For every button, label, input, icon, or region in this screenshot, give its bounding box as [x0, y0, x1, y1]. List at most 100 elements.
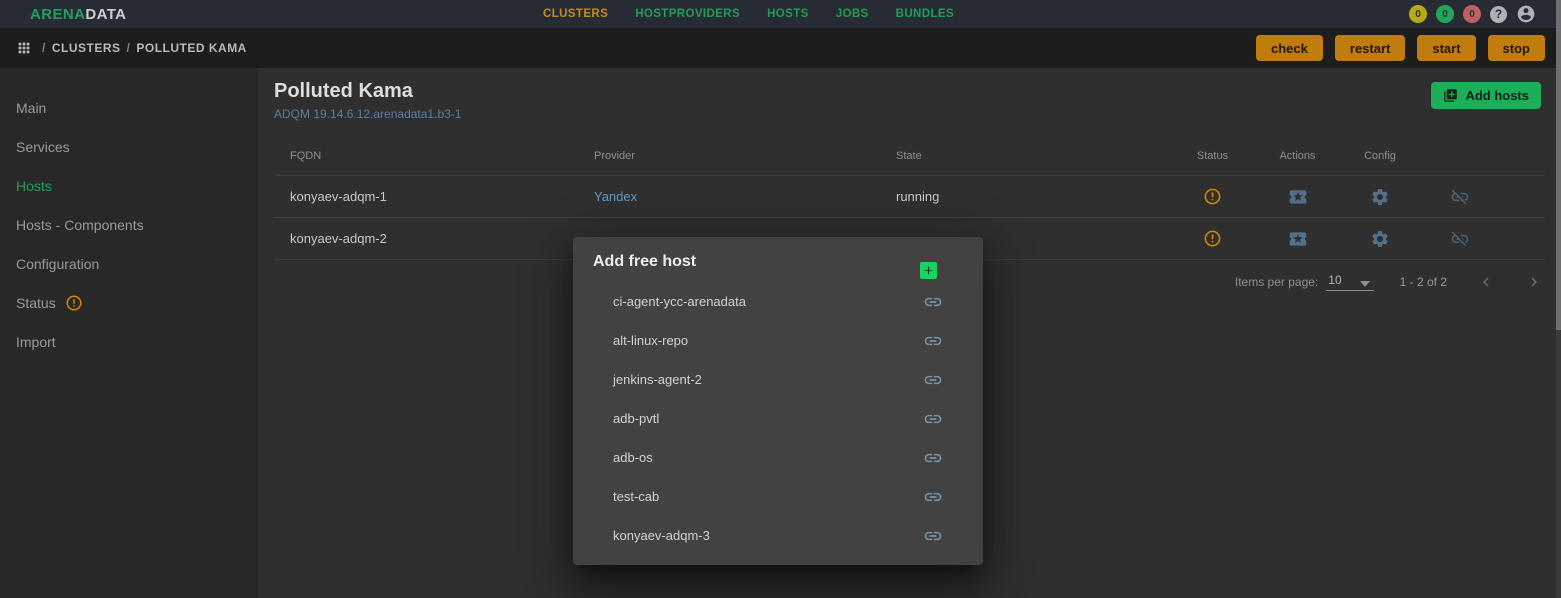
- page-title: Polluted Kama: [274, 80, 461, 103]
- link-host-icon[interactable]: [923, 331, 943, 351]
- nav-item-bundles[interactable]: BUNDLES: [896, 8, 954, 20]
- column-header-actions: Actions: [1255, 150, 1340, 162]
- sidebar-item-hosts[interactable]: Hosts: [0, 166, 258, 205]
- breadcrumb: / CLUSTERS / POLLUTED KAMA: [42, 41, 247, 55]
- column-header-provider: Provider: [578, 150, 880, 162]
- free-host-name: jenkins-agent-2: [613, 372, 702, 387]
- free-host-name: konyaev-adqm-3: [613, 528, 710, 543]
- table-header-row: FQDN Provider State Status Actions Confi…: [274, 136, 1545, 176]
- page-size-value: 10: [1328, 273, 1341, 287]
- jobs-badge-yellow[interactable]: 0: [1409, 5, 1427, 23]
- nav-item-clusters[interactable]: CLUSTERS: [543, 8, 608, 20]
- nav-item-hostproviders[interactable]: HOSTPROVIDERS: [635, 8, 740, 20]
- sidebar-item-label: Status: [16, 295, 56, 311]
- free-host-name: adb-pvtl: [613, 411, 659, 426]
- stop-button[interactable]: stop: [1488, 35, 1545, 61]
- list-item: test-cab: [573, 477, 983, 516]
- list-item: konyaev-adqm-3: [573, 516, 983, 555]
- cluster-title-block: Polluted Kama ADQM 19.14.6.12.arenadata1…: [274, 80, 461, 121]
- column-header-config: Config: [1340, 150, 1420, 162]
- arenadata-logo[interactable]: ARENADATA: [30, 6, 126, 23]
- sidebar-item-status[interactable]: Status: [0, 283, 258, 322]
- sidebar-item-services[interactable]: Services: [0, 127, 258, 166]
- list-item: ci-agent-ycc-arenadata: [573, 282, 983, 321]
- scrollbar-track[interactable]: [1556, 0, 1561, 598]
- account-icon[interactable]: [1516, 4, 1536, 24]
- breadcrumb-separator: /: [42, 41, 46, 55]
- cluster-header: Polluted Kama ADQM 19.14.6.12.arenadata1…: [274, 80, 1545, 121]
- jobs-badge-green[interactable]: 0: [1436, 5, 1454, 23]
- main-nav-menu: CLUSTERS HOSTPROVIDERS HOSTS JOBS BUNDLE…: [543, 8, 954, 20]
- sidebar-item-label: Configuration: [16, 256, 99, 272]
- sidebar-item-main[interactable]: Main: [0, 88, 258, 127]
- cluster-bundle-link[interactable]: ADQM 19.14.6.12.arenadata1.b3-1: [274, 107, 461, 121]
- logo-part-data: DATA: [85, 6, 126, 23]
- add-free-host-dialog: Add free host ci-agent-ycc-arenadata alt…: [573, 237, 983, 565]
- actions-icon[interactable]: [1288, 229, 1308, 249]
- breadcrumb-clusters[interactable]: CLUSTERS: [52, 41, 121, 55]
- restart-button[interactable]: restart: [1335, 35, 1405, 61]
- create-host-button[interactable]: [920, 262, 937, 279]
- page-size-select[interactable]: 10: [1326, 273, 1373, 291]
- sidebar-item-hosts-components[interactable]: Hosts - Components: [0, 205, 258, 244]
- next-page-icon[interactable]: [1525, 273, 1543, 291]
- breadcrumb-bar: / CLUSTERS / POLLUTED KAMA check restart…: [0, 28, 1561, 68]
- top-navbar: ARENADATA CLUSTERS HOSTPROVIDERS HOSTS J…: [0, 0, 1561, 28]
- nav-item-hosts[interactable]: HOSTS: [767, 8, 809, 20]
- free-host-name: alt-linux-repo: [613, 333, 688, 348]
- list-item: jenkins-agent-2: [573, 360, 983, 399]
- status-warning-icon[interactable]: [1203, 187, 1222, 206]
- sidebar-item-configuration[interactable]: Configuration: [0, 244, 258, 283]
- sidebar-item-label: Hosts - Components: [16, 217, 144, 233]
- help-icon[interactable]: ?: [1490, 6, 1507, 23]
- link-host-icon[interactable]: [923, 526, 943, 546]
- sidebar-item-label: Hosts: [16, 178, 52, 194]
- sidebar-item-import[interactable]: Import: [0, 322, 258, 361]
- free-host-name: ci-agent-ycc-arenadata: [613, 294, 746, 309]
- status-warning-icon[interactable]: [1203, 229, 1222, 248]
- list-item: adb-os: [573, 438, 983, 477]
- breadcrumb-cluster-name[interactable]: POLLUTED KAMA: [136, 41, 247, 55]
- free-host-name: test-cab: [613, 489, 659, 504]
- breadcrumb-separator: /: [127, 41, 131, 55]
- link-host-icon[interactable]: [923, 292, 943, 312]
- column-header-fqdn: FQDN: [274, 150, 578, 162]
- nav-item-jobs[interactable]: JOBS: [836, 8, 869, 20]
- jobs-badge-red[interactable]: 0: [1463, 5, 1481, 23]
- library-add-icon: [1443, 88, 1458, 103]
- link-host-icon[interactable]: [923, 409, 943, 429]
- host-state: running: [880, 189, 1170, 204]
- column-header-status: Status: [1170, 150, 1255, 162]
- cluster-action-buttons: check restart start stop: [1256, 35, 1545, 61]
- navbar-right-group: 0 0 0 ?: [1409, 4, 1536, 24]
- host-fqdn: konyaev-adqm-1: [274, 189, 578, 204]
- previous-page-icon[interactable]: [1477, 273, 1495, 291]
- plus-icon: [922, 264, 935, 277]
- actions-icon[interactable]: [1288, 187, 1308, 207]
- cluster-sidebar: Main Services Hosts Hosts - Components C…: [0, 68, 258, 598]
- link-host-icon[interactable]: [923, 487, 943, 507]
- scrollbar-thumb[interactable]: [1556, 0, 1561, 330]
- chevron-down-icon: [1360, 281, 1370, 287]
- apps-grid-icon[interactable]: [16, 40, 32, 56]
- items-per-page-label: Items per page:: [1235, 275, 1318, 289]
- add-hosts-button[interactable]: Add hosts: [1431, 82, 1541, 109]
- sidebar-item-label: Import: [16, 334, 56, 350]
- logo-part-arena: ARENA: [30, 6, 85, 23]
- sidebar-item-label: Services: [16, 139, 70, 155]
- provider-link[interactable]: Yandex: [594, 189, 637, 204]
- config-gear-icon[interactable]: [1370, 229, 1390, 249]
- sidebar-item-label: Main: [16, 100, 46, 116]
- unlink-icon[interactable]: [1450, 229, 1470, 249]
- config-gear-icon[interactable]: [1370, 187, 1390, 207]
- table-row: konyaev-adqm-1 Yandex running: [274, 176, 1545, 218]
- check-button[interactable]: check: [1256, 35, 1323, 61]
- start-button[interactable]: start: [1417, 35, 1475, 61]
- link-host-icon[interactable]: [923, 448, 943, 468]
- link-host-icon[interactable]: [923, 370, 943, 390]
- free-host-name: adb-os: [613, 450, 653, 465]
- free-hosts-list: ci-agent-ycc-arenadata alt-linux-repo je…: [573, 282, 983, 555]
- add-hosts-label: Add hosts: [1465, 88, 1529, 103]
- warning-icon: [65, 294, 83, 312]
- unlink-icon[interactable]: [1450, 187, 1470, 207]
